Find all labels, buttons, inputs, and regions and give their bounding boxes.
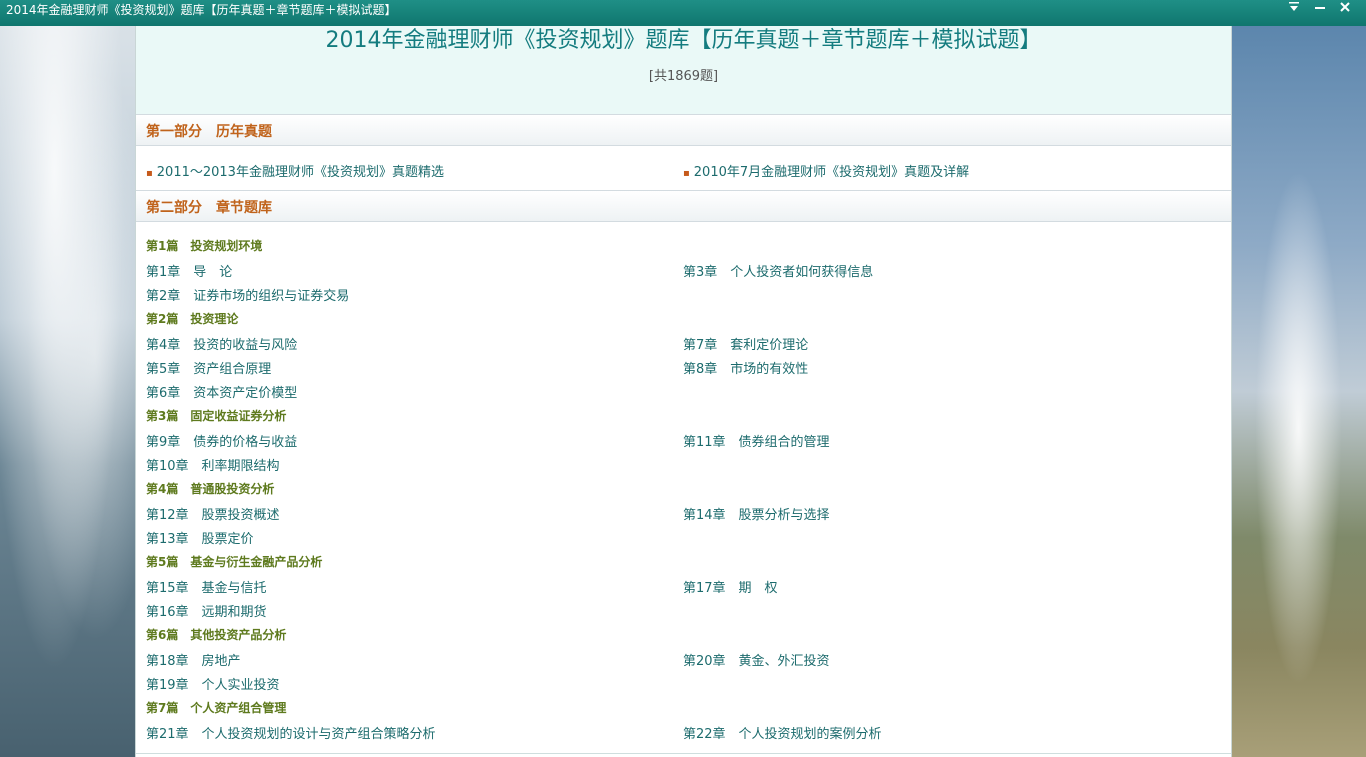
part-title-2: 第2篇 投资理论 xyxy=(146,312,239,326)
chapter-link-2[interactable]: 第2章 证券市场的组织与证券交易 xyxy=(146,285,349,304)
page-title: 2014年金融理财师《投资规划》题库【历年真题＋章节题库＋模拟试题】 xyxy=(325,28,1042,53)
chapter-link-1[interactable]: 第1章 导 论 xyxy=(146,261,232,280)
section-title: 第一部分 历年真题 xyxy=(146,124,272,140)
chapter-link-8[interactable]: 第8章 市场的有效性 xyxy=(683,358,808,377)
chapter-link-4[interactable]: 第4章 投资的收益与风险 xyxy=(146,334,297,353)
chapter-link-7[interactable]: 第7章 套利定价理论 xyxy=(683,334,808,353)
section-title: 第二部分 章节题库 xyxy=(146,200,272,216)
part-title-1: 第1篇 投资规划环境 xyxy=(146,239,263,253)
chapter-link-22[interactable]: 第22章 个人投资规划的案例分析 xyxy=(683,723,882,742)
background-right-landscape xyxy=(1231,26,1366,757)
chapter-link-11[interactable]: 第11章 债券组合的管理 xyxy=(683,431,830,450)
part-title-3: 第3篇 固定收益证券分析 xyxy=(146,409,287,423)
dropdown-icon-svg xyxy=(1289,2,1299,11)
part-title-7: 第7篇 个人资产组合管理 xyxy=(146,701,287,715)
question-count: [共1869题] xyxy=(648,69,719,84)
chapter-link-12[interactable]: 第12章 股票投资概述 xyxy=(146,504,280,523)
bullet-icon: ▪ xyxy=(146,168,153,179)
chapter-link-19[interactable]: 第19章 个人实业投资 xyxy=(146,674,280,693)
chapter-link-9[interactable]: 第9章 债券的价格与收益 xyxy=(146,431,297,450)
bullet-icon: ▪ xyxy=(683,168,690,179)
part-title-5: 第5篇 基金与衍生金融产品分析 xyxy=(146,555,323,569)
link-real-exam-2011-2013[interactable]: ▪ 2011～2013年金融理财师《投资规划》真题精选 xyxy=(146,161,444,180)
divider xyxy=(136,753,1231,754)
part-title-6: 第6篇 其他投资产品分析 xyxy=(146,628,287,642)
dropdown-icon[interactable] xyxy=(1282,0,1306,18)
section-header-part2: 第二部分 章节题库 xyxy=(136,190,1231,222)
chapter-link-5[interactable]: 第5章 资产组合原理 xyxy=(146,358,271,377)
chapter-link-17[interactable]: 第17章 期 权 xyxy=(683,577,778,596)
close-icon-svg xyxy=(1340,2,1350,12)
window-title: 2014年金融理财师《投资规划》题库【历年真题＋章节题库＋模拟试题】 xyxy=(6,3,397,17)
close-icon[interactable] xyxy=(1333,0,1357,18)
section-header-part1: 第一部分 历年真题 xyxy=(136,114,1231,146)
minimize-icon-svg xyxy=(1315,7,1325,9)
chapter-link-15[interactable]: 第15章 基金与信托 xyxy=(146,577,267,596)
chapter-link-16[interactable]: 第16章 远期和期货 xyxy=(146,601,267,620)
link-label: 2011～2013年金融理财师《投资规划》真题精选 xyxy=(156,165,444,180)
chapter-link-3[interactable]: 第3章 个人投资者如何获得信息 xyxy=(683,261,873,280)
background-left-landscape xyxy=(0,26,136,757)
chapter-link-10[interactable]: 第10章 利率期限结构 xyxy=(146,455,280,474)
content-panel: 2014年金融理财师《投资规划》题库【历年真题＋章节题库＋模拟试题】 [共186… xyxy=(135,26,1232,757)
chapter-link-13[interactable]: 第13章 股票定价 xyxy=(146,528,254,547)
window-titlebar: 2014年金融理财师《投资规划》题库【历年真题＋章节题库＋模拟试题】 xyxy=(0,0,1366,26)
link-real-exam-2010[interactable]: ▪ 2010年7月金融理财师《投资规划》真题及详解 xyxy=(683,161,969,180)
chapter-link-20[interactable]: 第20章 黄金、外汇投资 xyxy=(683,650,830,669)
part-title-4: 第4篇 普通股投资分析 xyxy=(146,482,275,496)
chapter-link-14[interactable]: 第14章 股票分析与选择 xyxy=(683,504,830,523)
link-label: 2010年7月金融理财师《投资规划》真题及详解 xyxy=(693,165,970,180)
chapter-link-18[interactable]: 第18章 房地产 xyxy=(146,650,241,669)
chapter-link-6[interactable]: 第6章 资本资产定价模型 xyxy=(146,382,297,401)
page-header: 2014年金融理财师《投资规划》题库【历年真题＋章节题库＋模拟试题】 [共186… xyxy=(136,26,1231,115)
chapter-link-21[interactable]: 第21章 个人投资规划的设计与资产组合策略分析 xyxy=(146,723,436,742)
minimize-icon[interactable] xyxy=(1308,0,1332,18)
